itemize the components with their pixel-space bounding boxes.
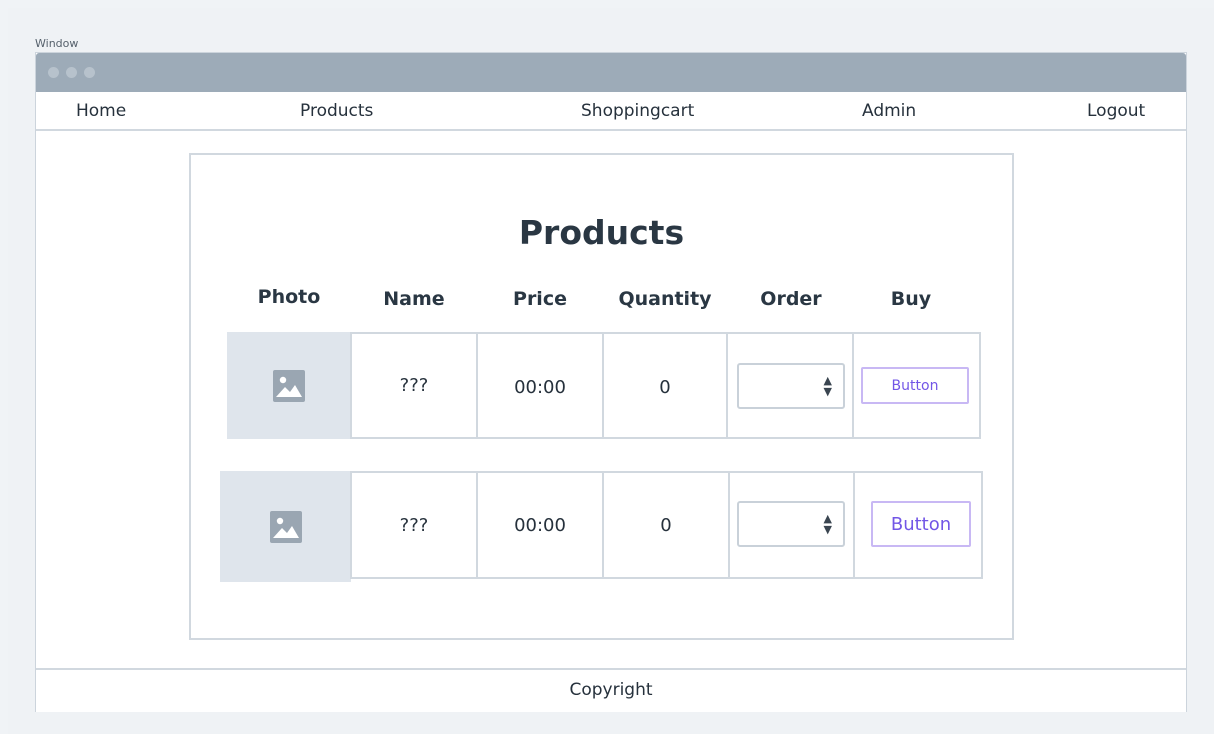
- nav-item-home[interactable]: Home: [76, 101, 126, 121]
- title-bar: [36, 53, 1186, 92]
- nav-item-shoppingcart[interactable]: Shoppingcart: [581, 101, 694, 121]
- column-header-quantity: Quantity: [618, 288, 712, 310]
- product-name: ???: [350, 332, 478, 439]
- nav-item-logout[interactable]: Logout: [1087, 101, 1145, 121]
- product-photo: [220, 471, 351, 582]
- product-name: ???: [350, 471, 478, 579]
- page-title: Products: [518, 213, 685, 252]
- product-price: 00:00: [476, 332, 604, 439]
- footer-copyright: Copyright: [569, 680, 653, 700]
- footer: Copyright: [36, 668, 1186, 712]
- buy-button[interactable]: Button: [861, 367, 969, 404]
- nav-bar: Home Products Shoppingcart Admin Logout: [36, 92, 1186, 131]
- product-price: 00:00: [476, 471, 604, 579]
- column-header-name: Name: [383, 288, 445, 310]
- order-select[interactable]: ▲ ▼: [737, 501, 845, 547]
- column-header-price: Price: [513, 288, 567, 310]
- nav-item-products[interactable]: Products: [300, 101, 373, 121]
- column-header-buy: Buy: [890, 288, 932, 310]
- image-placeholder-icon: [273, 369, 305, 402]
- product-quantity: 0: [602, 332, 728, 439]
- window-dot-icon: [48, 67, 59, 78]
- products-panel: Products Photo Name Price Quantity Order…: [189, 153, 1014, 640]
- product-photo: [227, 332, 351, 439]
- image-placeholder-icon: [269, 510, 302, 543]
- order-select[interactable]: ▲ ▼: [737, 363, 845, 409]
- window-caption: Window: [35, 37, 79, 50]
- buy-button[interactable]: Button: [871, 501, 971, 547]
- select-arrows-icon: ▲ ▼: [823, 374, 832, 398]
- nav-item-admin[interactable]: Admin: [862, 101, 916, 121]
- window-dot-icon: [84, 67, 95, 78]
- window-dot-icon: [66, 67, 77, 78]
- product-quantity: 0: [602, 471, 730, 579]
- column-header-order: Order: [760, 288, 822, 310]
- column-header-photo: Photo: [257, 286, 321, 308]
- select-arrows-icon: ▲ ▼: [823, 512, 832, 536]
- app-window: Home Products Shoppingcart Admin Logout …: [35, 52, 1187, 712]
